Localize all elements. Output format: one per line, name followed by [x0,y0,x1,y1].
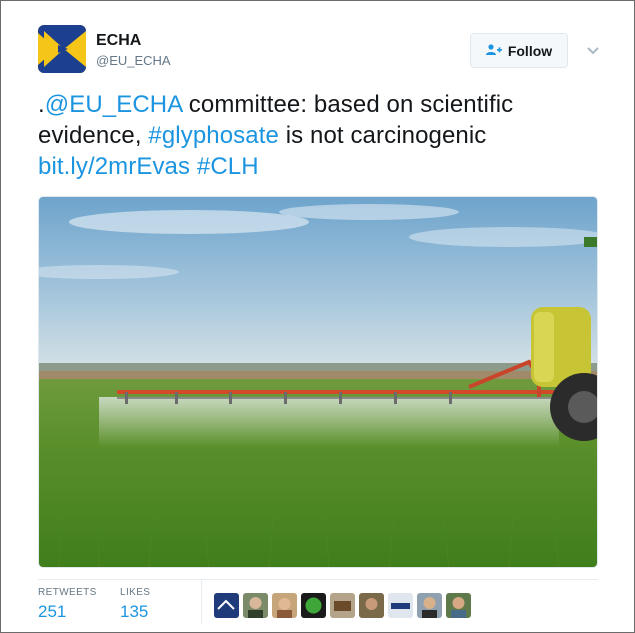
liker-avatar[interactable] [243,593,268,618]
tweet-text-part2: is not carcinogenic [278,122,487,149]
liker-avatar[interactable] [301,593,326,618]
tweet-card: ECHA @EU_ECHA Follow .@EU_ECHA committee… [0,0,635,633]
chevron-down-icon[interactable] [586,43,600,55]
hashtag-clh-link[interactable]: #CLH [197,153,259,180]
add-user-icon [485,43,502,59]
liker-avatar[interactable] [330,593,355,618]
follow-button[interactable]: Follow [470,33,568,68]
liker-avatar[interactable] [388,593,413,618]
retweets-label: RETWEETS [38,587,97,598]
retweets-stat[interactable]: RETWEETS 251 [38,587,97,622]
account-handle[interactable]: @EU_ECHA [96,53,171,68]
short-url-link[interactable]: bit.ly/2mrEvas [38,153,190,180]
echa-logo-avatar[interactable] [38,25,86,73]
tweet-text: .@EU_ECHA committee: based on scientific… [38,89,598,182]
liker-avatar[interactable] [214,593,239,618]
tweet-prefix: . [38,91,45,118]
mention-link[interactable]: @EU_ECHA [45,91,182,118]
engagement-stats: RETWEETS 251 LIKES 135 [38,579,598,629]
liker-avatars [214,593,471,618]
liker-avatar[interactable] [417,593,442,618]
liker-avatar[interactable] [272,593,297,618]
likes-label: LIKES [120,587,151,598]
stats-divider [201,580,202,624]
hashtag-glyphosate-link[interactable]: #glyphosate [148,122,279,149]
follow-label: Follow [507,42,553,59]
account-name[interactable]: ECHA [96,32,141,50]
liker-avatar[interactable] [446,593,471,618]
tweet-header: ECHA @EU_ECHA Follow [38,25,600,77]
likes-stat[interactable]: LIKES 135 [120,587,150,622]
retweets-count: 251 [38,602,67,621]
liker-avatar[interactable] [359,593,384,618]
likes-count: 135 [120,602,149,621]
tweet-photo[interactable] [38,196,598,568]
